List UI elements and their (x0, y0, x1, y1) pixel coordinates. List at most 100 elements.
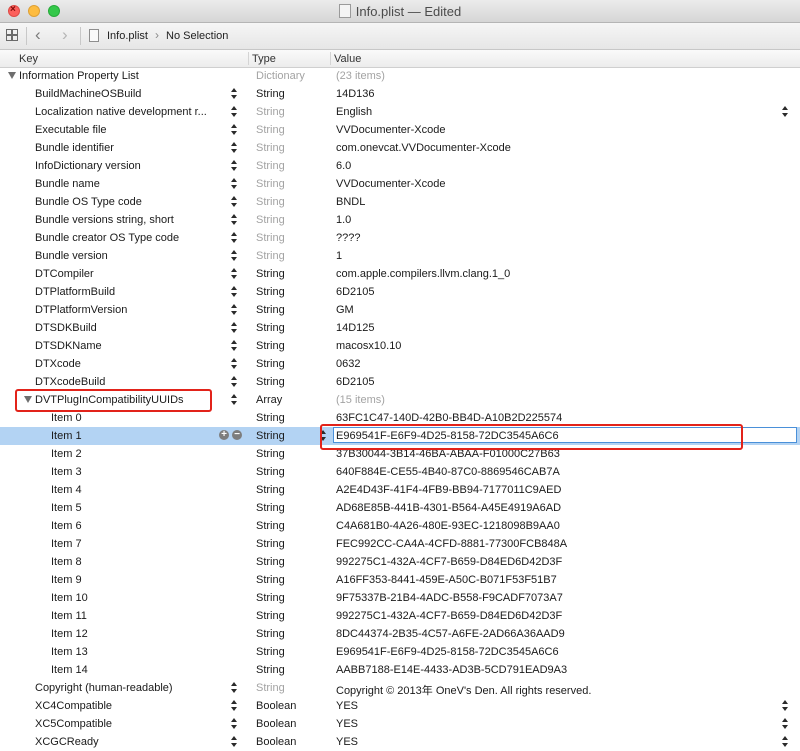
table-row[interactable]: Bundle version String 1 (0, 247, 800, 265)
row-value: com.onevcat.VVDocumenter-Xcode (336, 142, 511, 154)
column-divider[interactable] (330, 52, 331, 65)
key-stepper[interactable] (231, 717, 239, 731)
key-stepper[interactable] (231, 285, 239, 299)
table-row[interactable]: DTSDKBuild String 14D125 (0, 319, 800, 337)
row-key: Copyright (human-readable) (35, 682, 173, 694)
table-row[interactable]: Item 8 String 992275C1-432A-4CF7-B659-D84E… (0, 553, 800, 571)
row-key: DTPlatformVersion (35, 304, 128, 316)
table-row[interactable]: Bundle OS Type code String BNDL (0, 193, 800, 211)
row-type: String (256, 412, 285, 424)
key-stepper[interactable] (231, 375, 239, 389)
table-row[interactable]: Item 14 String AABB7188-E14E-4433-AD3B-5CD… (0, 661, 800, 679)
table-row[interactable]: DTCompiler String com.apple.compilers.llvm… (0, 265, 800, 283)
table-row[interactable]: Item 12 String 8DC44374-2B35-4C57-A6FE-2AD… (0, 625, 800, 643)
table-row[interactable]: Item 13 String E969541F-E6F9-4D25-8158-72D… (0, 643, 800, 661)
row-key: Item 10 (51, 592, 88, 604)
row-key: Bundle version (35, 250, 108, 262)
key-stepper[interactable] (231, 195, 239, 209)
row-key: XC4Compatible (35, 700, 113, 712)
key-stepper[interactable] (231, 699, 239, 713)
row-type: String (256, 160, 285, 172)
breadcrumb-selection[interactable]: No Selection (166, 30, 228, 42)
title-bar: × Info.plist — Edited (0, 0, 800, 23)
table-row[interactable]: Bundle versions string, short String 1.0 (0, 211, 800, 229)
table-row[interactable]: Item 6 String C4A681B0-4A26-480E-93EC-1218… (0, 517, 800, 535)
row-type: String (256, 448, 285, 460)
row-type: String (256, 196, 285, 208)
key-stepper[interactable] (231, 735, 239, 749)
value-popup-stepper[interactable] (782, 717, 790, 731)
key-stepper[interactable] (231, 393, 239, 407)
table-row[interactable]: DTPlatformBuild String 6D2105 (0, 283, 800, 301)
row-value: 0632 (336, 358, 361, 370)
table-row[interactable]: Item 3 String 640F884E-CE55-4B40-87C0-8869… (0, 463, 800, 481)
table-row[interactable]: Bundle name String VVDocumenter-Xcode (0, 175, 800, 193)
table-row[interactable]: Executable file String VVDocumenter-Xcode (0, 121, 800, 139)
key-stepper[interactable] (231, 123, 239, 137)
row-value: macosx10.10 (336, 340, 402, 352)
key-stepper[interactable] (231, 159, 239, 173)
table-row[interactable]: Item 11 String 992275C1-432A-4CF7-B659-D84… (0, 607, 800, 625)
add-item-icon[interactable]: + (219, 430, 229, 440)
row-type: Boolean (256, 700, 297, 712)
key-stepper[interactable] (231, 87, 239, 101)
key-stepper[interactable] (231, 177, 239, 191)
table-row[interactable]: DTSDKName String macosx10.10 (0, 337, 800, 355)
table-row[interactable]: Bundle identifier String com.onevcat.VVDoc… (0, 139, 800, 157)
forward-arrow-icon[interactable]: › (62, 25, 68, 45)
row-value: 9F75337B-21B4-4ADC-B558-F9CADF7073A7 (336, 592, 563, 604)
row-type: String (256, 124, 285, 136)
table-row[interactable]: Information Property List Dictionary (23 i… (0, 67, 800, 85)
table-row[interactable]: Item 5 String AD68E85B-441B-4301-B564-A45E… (0, 499, 800, 517)
divider (80, 27, 81, 45)
row-type: String (256, 484, 285, 496)
key-stepper[interactable] (231, 339, 239, 353)
back-arrow-icon[interactable]: ‹ (35, 25, 41, 45)
key-stepper[interactable] (231, 213, 239, 227)
row-type: String (256, 610, 285, 622)
key-stepper[interactable] (231, 267, 239, 281)
disclosure-triangle-icon[interactable] (8, 72, 16, 79)
row-type: String (256, 178, 285, 190)
breadcrumb-file[interactable]: Info.plist (107, 30, 148, 42)
column-type-header[interactable]: Type (252, 53, 276, 65)
column-value-header[interactable]: Value (334, 53, 361, 65)
table-row[interactable]: Item 9 String A16FF353-8441-459E-A50C-B071… (0, 571, 800, 589)
remove-item-icon[interactable]: − (232, 430, 242, 440)
row-type: String (256, 268, 285, 280)
row-key: Item 6 (51, 520, 82, 532)
key-stepper[interactable] (231, 105, 239, 119)
key-stepper[interactable] (231, 141, 239, 155)
table-row[interactable]: Bundle creator OS Type code String???? (0, 229, 800, 247)
table-row[interactable]: BuildMachineOSBuild String 14D136 (0, 85, 800, 103)
row-key: DTXcode (35, 358, 81, 370)
key-stepper[interactable] (231, 321, 239, 335)
column-divider[interactable] (248, 52, 249, 65)
row-type: String (256, 466, 285, 478)
table-row[interactable]: Localization native development r... Stri… (0, 103, 800, 121)
table-row[interactable]: Item 10 String 9F75337B-21B4-4ADC-B558-F9C… (0, 589, 800, 607)
table-row[interactable]: XC5Compatible Boolean YES (0, 715, 800, 733)
row-type: Dictionary (256, 70, 305, 82)
table-row[interactable]: InfoDictionary version String 6.0 (0, 157, 800, 175)
table-row[interactable]: DTXcode String 0632 (0, 355, 800, 373)
table-row[interactable]: Item 7 String FEC992CC-CA4A-4CFD-8881-7730… (0, 535, 800, 553)
column-key-header[interactable]: Key (19, 53, 38, 65)
key-stepper[interactable] (231, 231, 239, 245)
row-key: Item 13 (51, 646, 88, 658)
key-stepper[interactable] (231, 357, 239, 371)
key-stepper[interactable] (231, 681, 239, 695)
row-value: 14D136 (336, 88, 375, 100)
value-popup-stepper[interactable] (782, 735, 790, 749)
key-stepper[interactable] (231, 303, 239, 317)
table-row[interactable]: XCGCReady Boolean YES (0, 733, 800, 751)
value-popup-stepper[interactable] (782, 699, 790, 713)
table-row[interactable]: Copyright (human-readable) String Copyrigh… (0, 679, 800, 697)
related-items-icon[interactable] (6, 29, 18, 41)
divider (26, 27, 27, 45)
table-row[interactable]: XC4Compatible Boolean YES (0, 697, 800, 715)
table-row[interactable]: Item 4 String A2E4D43F-41F4-4FB9-BB94-7177… (0, 481, 800, 499)
key-stepper[interactable] (231, 249, 239, 263)
value-popup-stepper[interactable] (782, 105, 790, 119)
table-row[interactable]: DTPlatformVersion String GM (0, 301, 800, 319)
